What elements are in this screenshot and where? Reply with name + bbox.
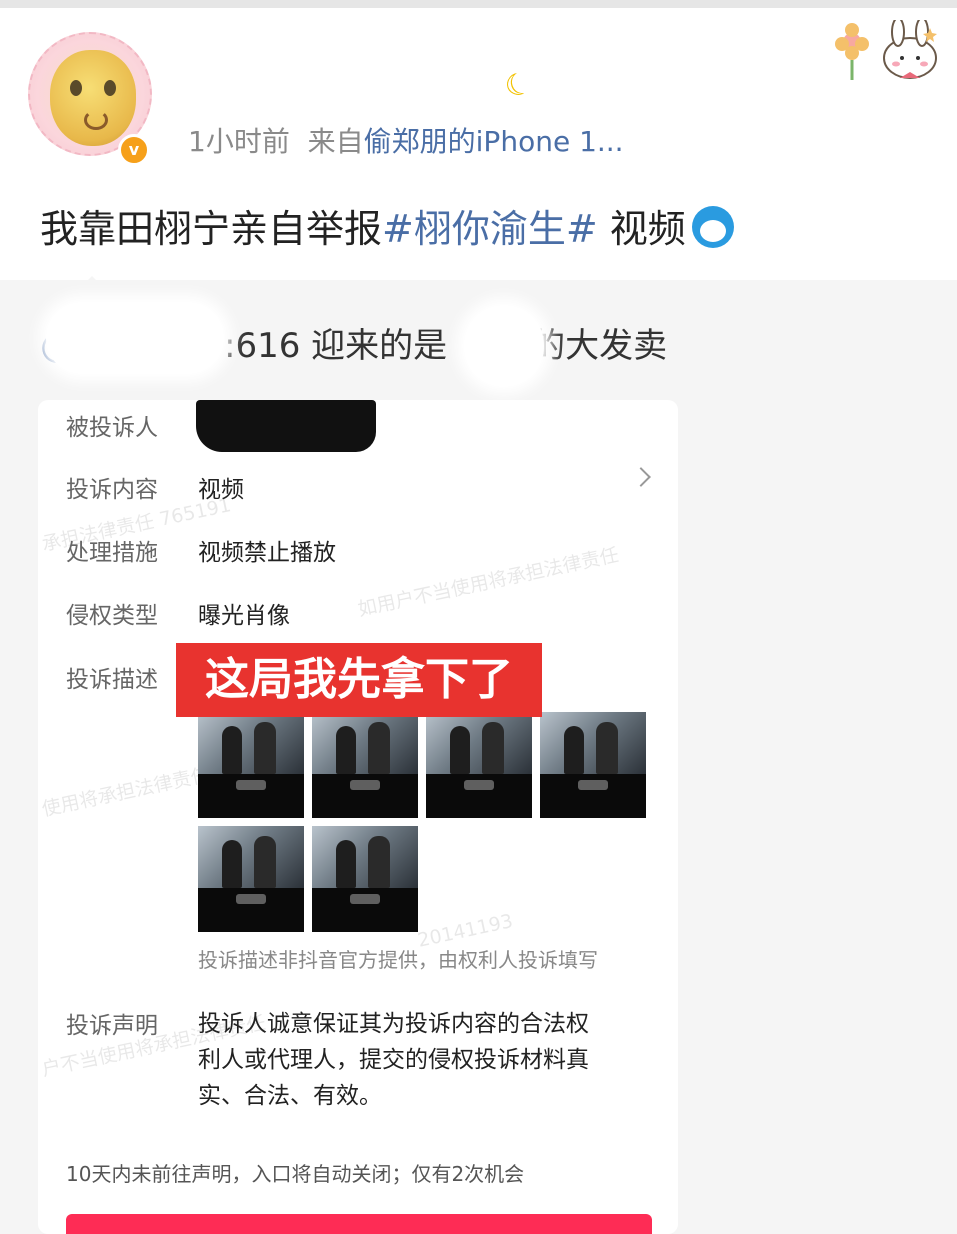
top-divider [0, 0, 957, 8]
statement-line: 利人或代理人，提交的侵权投诉材料真 [198, 1047, 589, 1073]
row-label-description: 投诉描述 [66, 667, 158, 693]
red-caption-overlay: 这局我先拿下了 [176, 643, 542, 717]
flower-bunny-sticker-icon [835, 20, 937, 80]
row-label-statement: 投诉声明 [66, 1013, 158, 1039]
avatar-image [50, 50, 136, 146]
row-value-action: 视频禁止播放 [198, 540, 336, 566]
row-label-type: 侵权类型 [66, 603, 158, 629]
description-note: 投诉描述非抖音官方提供，由权利人投诉填写 [198, 948, 598, 972]
source-prefix: 来自 [307, 125, 364, 158]
avatar-eye [104, 80, 116, 96]
post-source-link[interactable]: 偷郑朋的iPhone 1... [364, 125, 624, 158]
post-text-suffix: 视频 [597, 207, 686, 251]
doraemon-emoji-icon [691, 206, 734, 248]
row-value-content: 视频 [198, 477, 244, 503]
watermark-text: 使用将承担法律责任 [40, 763, 212, 821]
statement-line: 投诉人诚意保证其为投诉内容的合法权 [198, 1011, 589, 1037]
watermark-text: 如用户不当使用将承担法律责任 [356, 543, 621, 621]
thumbnail-image[interactable] [198, 826, 304, 932]
thumbnail-image[interactable] [540, 712, 646, 818]
verified-badge-icon: v [118, 134, 150, 166]
post-text: 我靠田栩宁亲自举报#栩你渝生# 视频 [40, 198, 734, 253]
respondent-redaction [196, 400, 376, 452]
thumbnail-image[interactable] [426, 712, 532, 818]
chevron-right-icon[interactable] [631, 467, 651, 487]
redaction-blur [464, 305, 544, 387]
statement-line: 实、合法、有效。 [198, 1083, 382, 1109]
repost-text-end: 的大发卖 [531, 326, 668, 366]
banana-icon: ☾ [499, 64, 538, 107]
thumbnail-image[interactable] [198, 712, 304, 818]
row-label-respondent: 被投诉人 [66, 415, 158, 441]
weibo-post: v ☾ 1小时前 来自偷郑朋的iPhone 1... 我靠田栩宁亲自举报#栩你渝… [0, 8, 957, 280]
thumbnail-image[interactable] [312, 712, 418, 818]
statement-text: 投诉人诚意保证其为投诉内容的合法权 利人或代理人，提交的侵权投诉材料真 实、合法… [198, 1006, 638, 1114]
row-value-type: 曝光肖像 [198, 603, 290, 629]
deadline-notice: 10天内未前往声明，入口将自动关闭；仅有2次机会 [66, 1162, 525, 1186]
declare-button[interactable] [66, 1214, 652, 1234]
topic-link[interactable]: #栩你渝生# [382, 207, 598, 251]
row-label-action: 处理措施 [66, 540, 158, 566]
post-text-prefix: 我靠田栩宁亲自举报 [40, 207, 383, 251]
avatar-mouth [84, 110, 108, 130]
avatar[interactable]: v [28, 32, 158, 166]
repost-caret [78, 276, 106, 290]
post-meta: 1小时前 来自偷郑朋的iPhone 1... [188, 120, 624, 160]
complaint-screenshot[interactable]: 承担法律责任 765191 如用户不当使用将承担法律责任 使用将承担法律责任 2… [38, 400, 678, 1234]
avatar-eye [70, 80, 82, 96]
row-label-content: 投诉内容 [66, 477, 158, 503]
post-time: 1小时前 [188, 125, 290, 158]
redaction-blur [46, 302, 224, 374]
thumbnail-image[interactable] [312, 826, 418, 932]
repost-text-mid: :616 迎来的是 [224, 326, 448, 366]
